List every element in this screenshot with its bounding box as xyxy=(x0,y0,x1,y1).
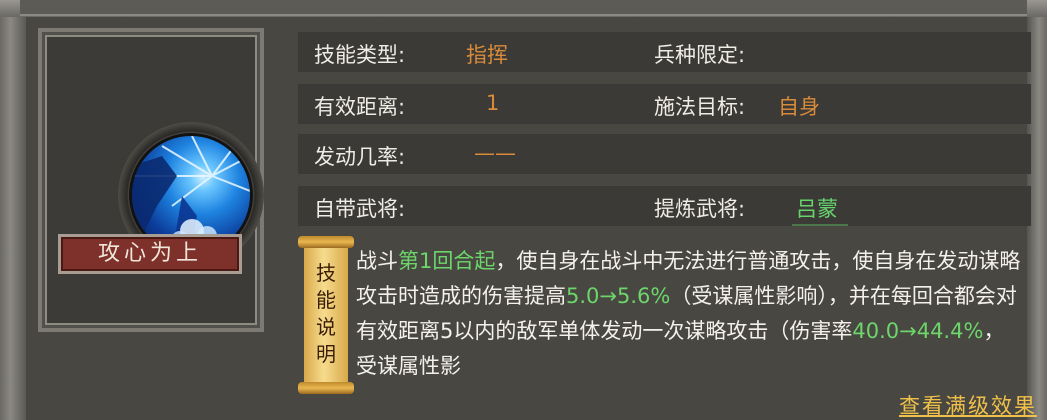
info-row-type: 技能类型: 指挥 兵种限定: xyxy=(298,32,1031,72)
skill-portrait-panel xyxy=(38,28,264,332)
skill-description: 战斗第1回合起，使自身在战斗中无法进行普通攻击，使自身在发动谋略攻击时造成的伤害… xyxy=(356,244,1024,392)
left-border xyxy=(0,17,26,420)
refine-general-value[interactable]: 吕蒙 xyxy=(796,193,838,223)
refine-general-label: 提炼武将: xyxy=(654,197,746,221)
scroll-title-text: 技能说明 xyxy=(316,261,336,366)
target-value: 自身 xyxy=(778,95,820,119)
info-row-chance: 发动几率: —— xyxy=(298,134,1031,174)
info-row-generals: 自带武将: 提炼武将: 吕蒙 xyxy=(298,186,1031,226)
top-border xyxy=(0,0,1047,17)
range-label: 有效距离: xyxy=(314,95,406,119)
scroll-top-cap xyxy=(298,236,354,248)
chance-label: 发动几率: xyxy=(314,145,406,169)
refine-general-underline xyxy=(792,224,848,226)
info-row-range: 有效距离: 1 施法目标: 自身 xyxy=(298,84,1031,124)
skill-description-scroll: 技能说明 xyxy=(298,236,354,394)
desc-part-1: 战斗 xyxy=(356,249,398,273)
desc-highlight-round: 第1回合起 xyxy=(398,249,496,273)
view-full-level-effect-link[interactable]: 查看满级效果 xyxy=(899,390,1037,420)
scroll-title: 技能说明 xyxy=(298,260,354,368)
skill-type-value: 指挥 xyxy=(466,43,508,67)
desc-highlight-damage-rate: 40.0→44.4% xyxy=(852,319,984,343)
chance-value: —— xyxy=(474,141,516,165)
troop-limit-label: 兵种限定: xyxy=(654,43,746,67)
skill-name-plate: 攻心为上 xyxy=(58,234,242,274)
target-label: 施法目标: xyxy=(654,95,746,119)
range-value: 1 xyxy=(486,91,500,115)
top-border-inner xyxy=(20,0,1027,16)
own-general-label: 自带武将: xyxy=(314,197,406,221)
scroll-bottom-cap xyxy=(298,382,354,394)
skill-type-label: 技能类型: xyxy=(314,43,406,67)
skill-detail-window: 攻心为上 技能类型: 指挥 兵种限定: 有效距离: 1 施法目标: 自身 发动几… xyxy=(0,0,1047,420)
desc-highlight-damage-boost: 5.0→5.6% xyxy=(566,284,671,308)
